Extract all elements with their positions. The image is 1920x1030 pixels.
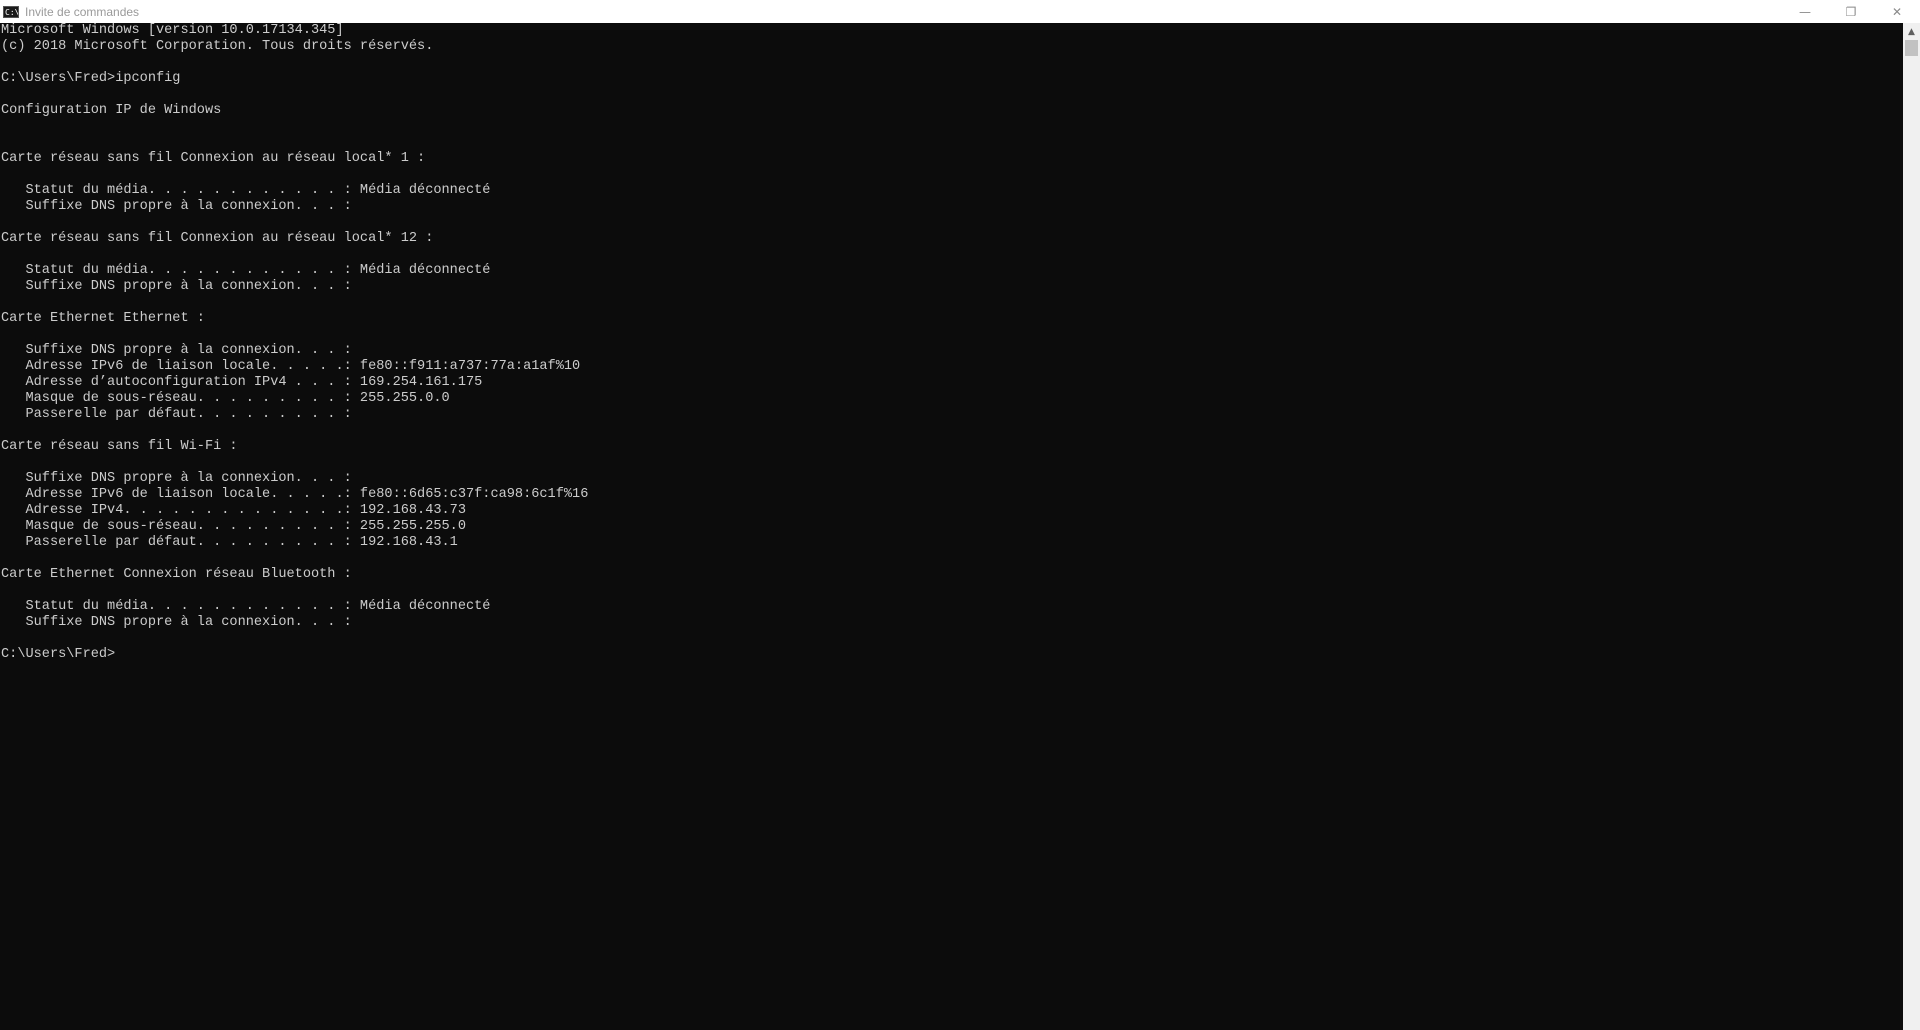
- title-bar[interactable]: C:\ Invite de commandes — ❐ ✕: [0, 0, 1920, 23]
- window-title: Invite de commandes: [25, 4, 140, 19]
- console-line: Adresse IPv6 de liaison locale. . . . .:…: [1, 487, 589, 502]
- console-line: Suffixe DNS propre à la connexion. . . :: [1, 199, 352, 214]
- console-line: (c) 2018 Microsoft Corporation. Tous dro…: [1, 39, 434, 54]
- console-output[interactable]: Microsoft Windows [version 10.0.17134.34…: [0, 23, 1902, 1030]
- console-line: Carte réseau sans fil Connexion au résea…: [1, 151, 426, 166]
- command-prompt-window: C:\ Invite de commandes — ❐ ✕ Microsoft …: [0, 0, 1920, 1030]
- console-line: Carte Ethernet Connexion réseau Bluetoot…: [1, 567, 352, 582]
- scroll-thumb[interactable]: [1905, 40, 1918, 56]
- vertical-scrollbar[interactable]: ▲: [1903, 23, 1920, 1030]
- console-line: Adresse d’autoconfiguration IPv4 . . . :…: [1, 375, 483, 390]
- console-line: Statut du média. . . . . . . . . . . . :…: [1, 599, 491, 614]
- console-line: Passerelle par défaut. . . . . . . . . :: [1, 407, 352, 422]
- console-line: Suffixe DNS propre à la connexion. . . :: [1, 615, 352, 630]
- console-line: Carte Ethernet Ethernet :: [1, 311, 205, 326]
- console-line: C:\Users\Fred>: [1, 647, 116, 662]
- console-line: Suffixe DNS propre à la connexion. . . :: [1, 471, 352, 486]
- console-line: Statut du média. . . . . . . . . . . . :…: [1, 263, 491, 278]
- command-prompt-icon[interactable]: C:\: [3, 5, 19, 18]
- console-line: Carte réseau sans fil Wi-Fi :: [1, 439, 238, 454]
- console-line: Adresse IPv6 de liaison locale. . . . .:…: [1, 359, 581, 374]
- console-line: Suffixe DNS propre à la connexion. . . :: [1, 343, 352, 358]
- console-line: Statut du média. . . . . . . . . . . . :…: [1, 183, 491, 198]
- window-controls: — ❐ ✕: [1782, 0, 1920, 23]
- minimize-button[interactable]: —: [1782, 0, 1828, 23]
- console-line: Carte réseau sans fil Connexion au résea…: [1, 231, 434, 246]
- console-line: Passerelle par défaut. . . . . . . . . :…: [1, 535, 458, 550]
- console-line: Masque de sous-réseau. . . . . . . . . :…: [1, 519, 466, 534]
- console-line: Masque de sous-réseau. . . . . . . . . :…: [1, 391, 450, 406]
- scroll-up-arrow-icon[interactable]: ▲: [1903, 23, 1920, 40]
- restore-button[interactable]: ❐: [1828, 0, 1874, 23]
- close-button[interactable]: ✕: [1874, 0, 1920, 23]
- console-line: Microsoft Windows [version 10.0.17134.34…: [1, 23, 344, 38]
- console-line: Configuration IP de Windows: [1, 103, 222, 118]
- console-line: C:\Users\Fred>ipconfig: [1, 71, 181, 86]
- console-line: Adresse IPv4. . . . . . . . . . . . . .:…: [1, 503, 466, 518]
- console-line: Suffixe DNS propre à la connexion. . . :: [1, 279, 352, 294]
